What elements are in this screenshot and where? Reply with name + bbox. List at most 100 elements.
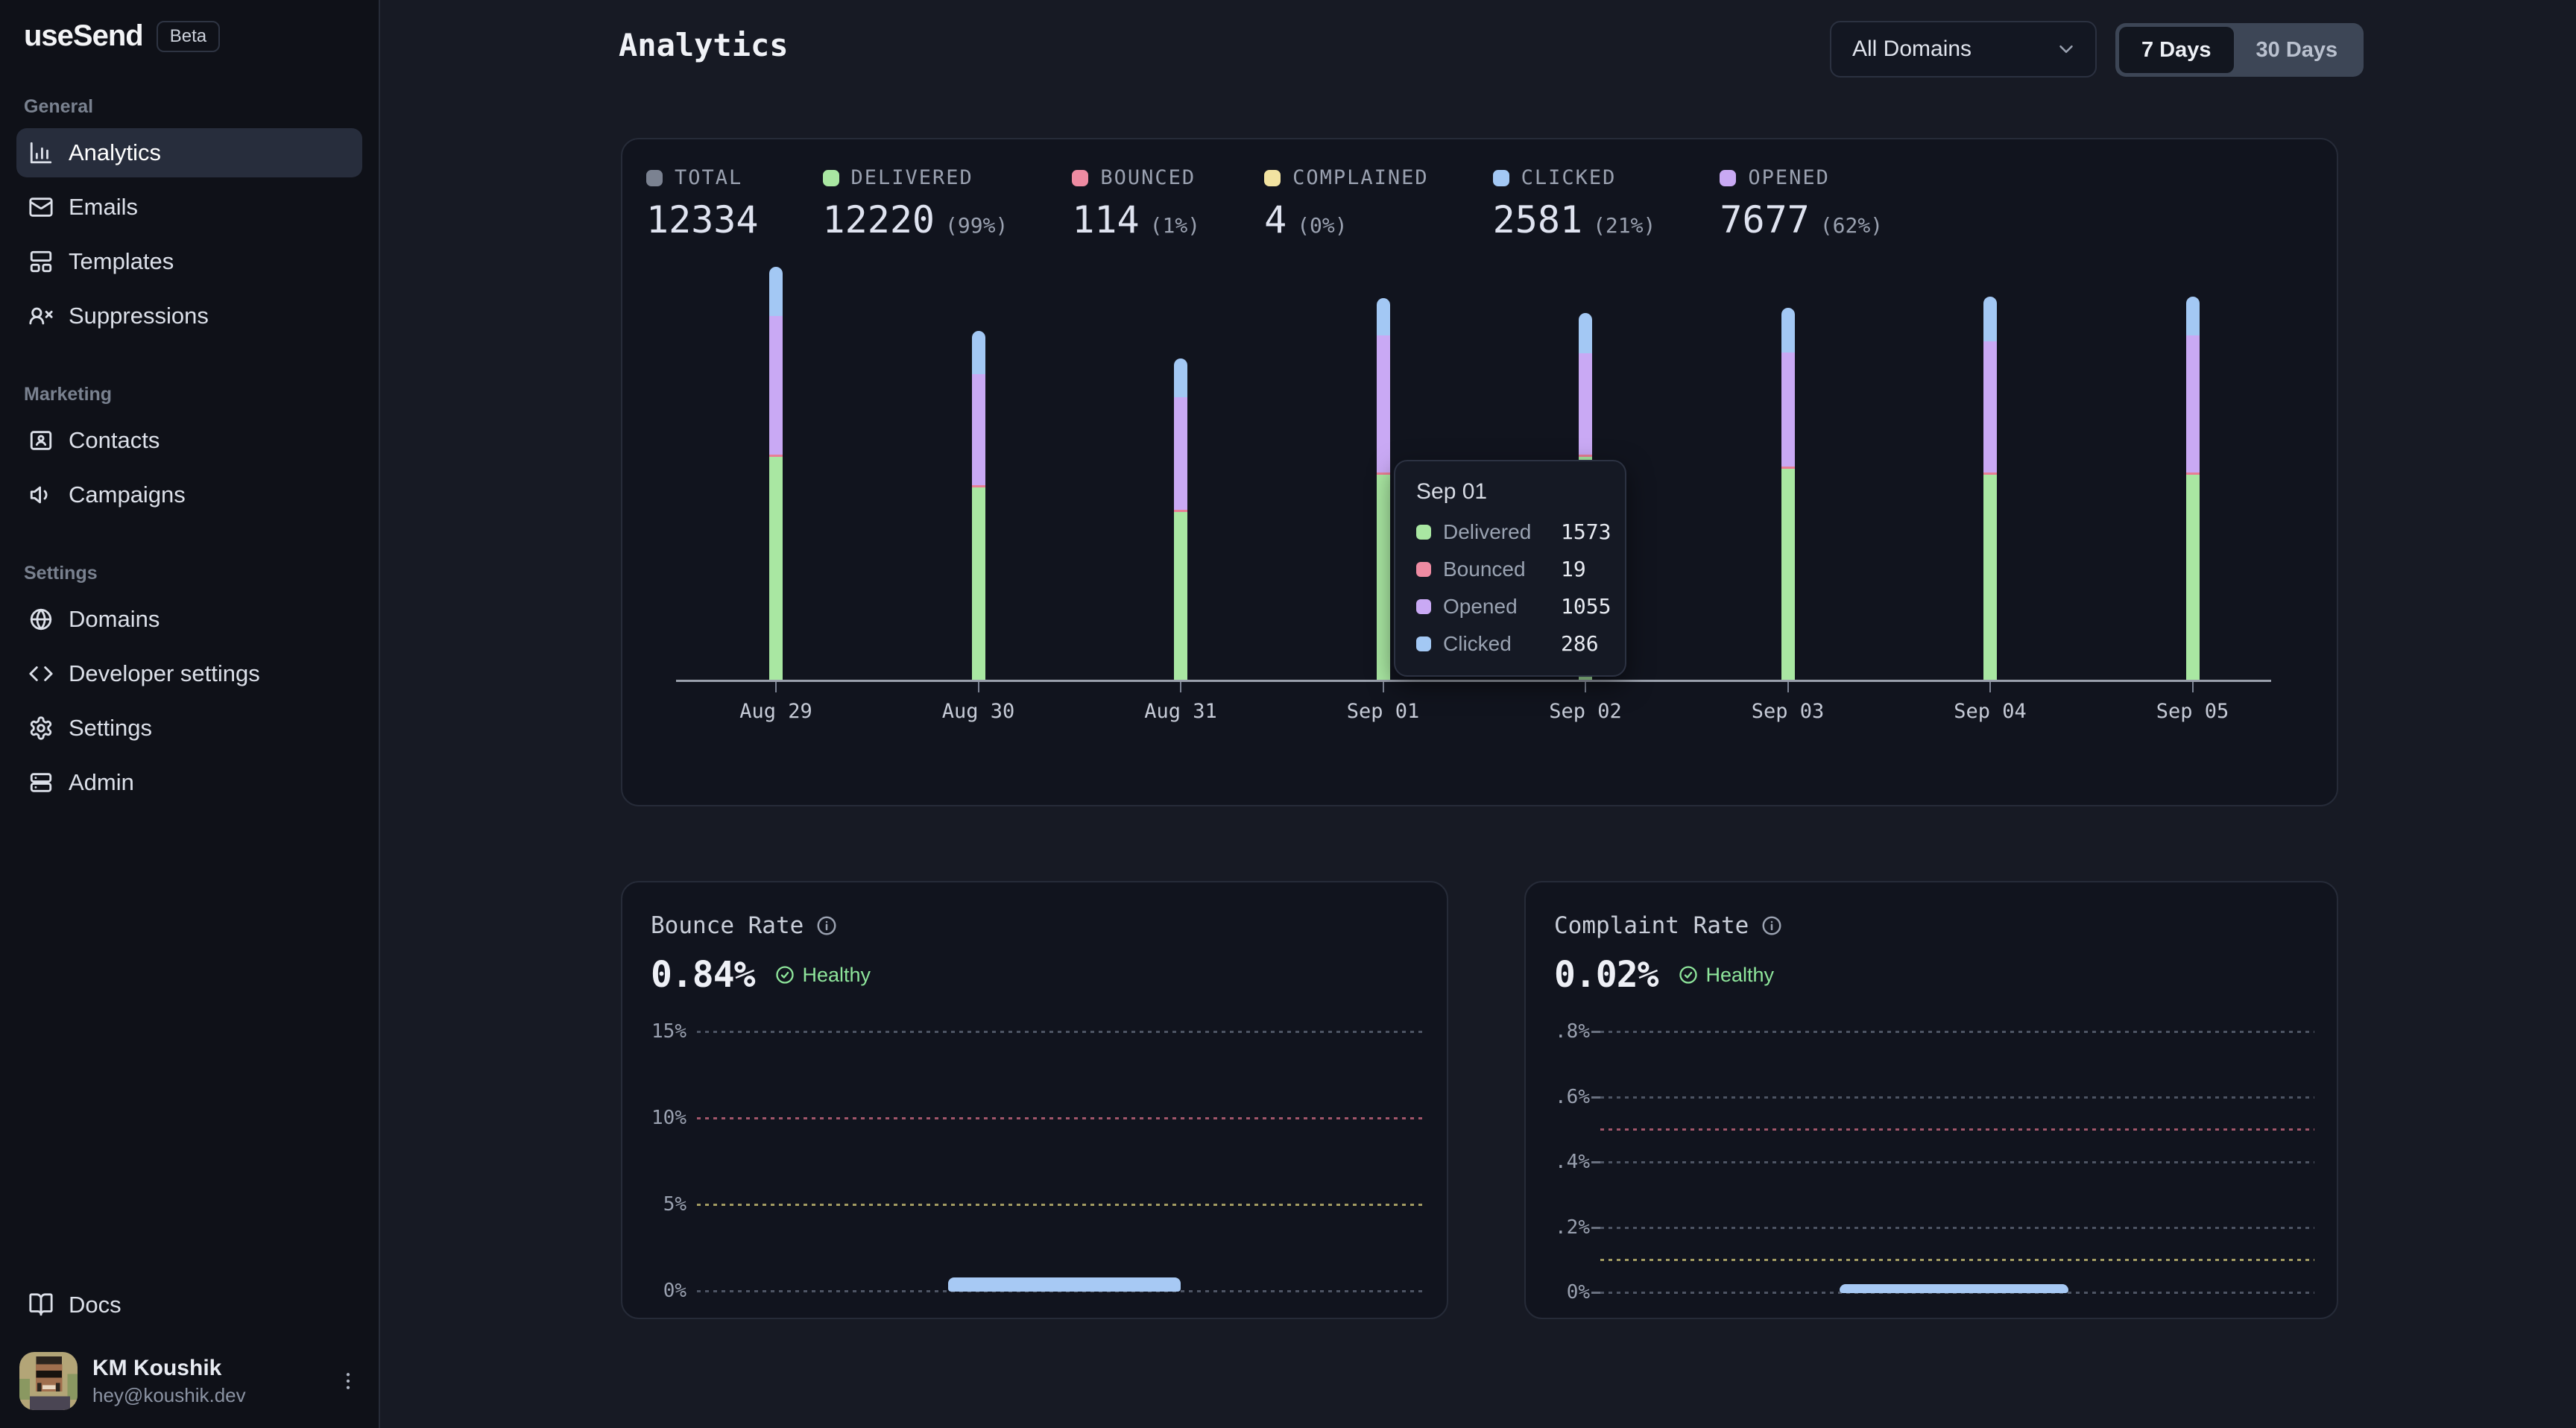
chevron-down-icon	[2055, 38, 2077, 60]
threshold-line-danger	[1600, 1128, 2314, 1131]
user-x-icon	[28, 303, 54, 329]
bar-segment-clicked	[1983, 297, 1997, 341]
sidebar-item-admin[interactable]: Admin	[16, 758, 362, 807]
tooltip-row: Delivered1573	[1416, 519, 1604, 544]
x-axis-tick	[2192, 682, 2194, 692]
tooltip-value: 1573	[1561, 519, 1611, 544]
tooltip-swatch	[1416, 599, 1431, 614]
stat-color-dot	[1720, 170, 1736, 186]
bar-segment-delivered	[2186, 475, 2200, 680]
bounce-rate-card: Bounce Rate 0.84% Healthy 15%10%5%0%	[621, 881, 1448, 1319]
stat-value-row: 7677(62%)	[1720, 198, 1883, 241]
sidebar-item-suppressions[interactable]: Suppressions	[16, 291, 362, 341]
bar-segment-opened	[1781, 353, 1795, 467]
complaint-rate-value-row: 0.02% Healthy	[1554, 954, 1774, 996]
ytick-label: 0%	[637, 1280, 686, 1302]
x-axis-tick	[1989, 682, 1991, 692]
info-icon[interactable]	[1761, 914, 1783, 937]
x-axis-tick	[978, 682, 979, 692]
sidebar-item-label: Developer settings	[69, 660, 260, 687]
tooltip-value: 286	[1561, 631, 1599, 656]
stat-percent: (99%)	[945, 213, 1008, 238]
sidebar-item-label: Templates	[69, 248, 174, 275]
bounce-rate-bar[interactable]	[948, 1277, 1181, 1292]
sidebar-item-label: Domains	[69, 606, 160, 633]
sidebar-item-settings[interactable]: Settings	[16, 704, 362, 753]
sidebar-footer: Docs	[16, 1280, 362, 1410]
avatar	[19, 1352, 78, 1410]
bounce-rate-value: 0.84%	[651, 954, 755, 996]
docs-label: Docs	[69, 1292, 121, 1318]
code-icon	[28, 661, 54, 686]
template-icon	[28, 249, 54, 274]
sidebar-item-emails[interactable]: Emails	[16, 183, 362, 232]
ytick-label: 15%	[637, 1020, 686, 1043]
page-title: Analytics	[619, 27, 789, 63]
tooltip-swatch	[1416, 562, 1431, 577]
stat-label-row: DELIVERED	[823, 166, 1008, 189]
stacked-bar-aug-29[interactable]	[769, 267, 783, 680]
tooltip-swatch	[1416, 636, 1431, 651]
stacked-bar-sep-04[interactable]	[1983, 297, 1997, 680]
tooltip-value: 1055	[1561, 594, 1611, 619]
bar-segment-opened	[2186, 335, 2200, 473]
mail-icon	[28, 195, 54, 220]
x-axis-label: Aug 30	[942, 700, 1015, 723]
range-option-30-days[interactable]: 30 Days	[2234, 27, 2361, 73]
bar-segment-opened	[1377, 335, 1390, 473]
gridline-2pct	[1600, 1227, 2314, 1229]
x-axis-tick	[1585, 682, 1586, 692]
bounce-rate-value-row: 0.84% Healthy	[651, 954, 871, 996]
stat-complained: COMPLAINED4(0%)	[1264, 166, 1429, 241]
user-menu[interactable]: KM Koushik hey@koushik.dev	[16, 1352, 362, 1410]
sidebar-item-label: Suppressions	[69, 303, 209, 329]
stat-label-row: OPENED	[1720, 166, 1883, 189]
bounce-rate-header: Bounce Rate	[651, 912, 838, 939]
stat-label-row: CLICKED	[1493, 166, 1656, 189]
stacked-bar-sep-05[interactable]	[2186, 297, 2200, 680]
bounce-rate-status: Healthy	[803, 964, 871, 987]
bar-segment-delivered	[769, 457, 783, 680]
stat-label-row: COMPLAINED	[1264, 166, 1429, 189]
beta-badge: Beta	[157, 21, 220, 52]
range-option-7-days[interactable]: 7 Days	[2119, 27, 2234, 73]
sidebar-item-developer-settings[interactable]: Developer settings	[16, 649, 362, 698]
x-axis-tick	[775, 682, 777, 692]
contacts-icon	[28, 428, 54, 453]
stat-percent: (62%)	[1820, 213, 1883, 238]
tooltip-label: Bounced	[1443, 557, 1561, 581]
sidebar-item-domains[interactable]: Domains	[16, 595, 362, 644]
stat-color-dot	[1072, 170, 1088, 186]
complaint-rate-bar[interactable]	[1840, 1284, 2068, 1293]
sidebar-item-analytics[interactable]: Analytics	[16, 128, 362, 177]
sidebar-item-contacts[interactable]: Contacts	[16, 416, 362, 465]
gridline-6pct	[1600, 1096, 2314, 1099]
check-circle-icon	[774, 964, 795, 985]
user-email: hey@koushik.dev	[92, 1384, 337, 1407]
tooltip-title: Sep 01	[1416, 479, 1604, 505]
stat-value-row: 114(1%)	[1072, 198, 1200, 241]
stat-color-dot	[823, 170, 839, 186]
logo-row: useSend Beta	[16, 19, 362, 53]
sidebar: useSend Beta GeneralAnalyticsEmailsTempl…	[0, 0, 380, 1428]
stacked-bar-aug-31[interactable]	[1174, 358, 1187, 680]
sidebar-item-docs[interactable]: Docs	[16, 1280, 362, 1330]
stat-label-row: BOUNCED	[1072, 166, 1200, 189]
gridline-10pct	[697, 1117, 1424, 1119]
info-icon[interactable]	[815, 914, 838, 937]
x-axis-tick	[1180, 682, 1181, 692]
x-axis	[676, 680, 2271, 682]
sidebar-item-templates[interactable]: Templates	[16, 237, 362, 286]
stacked-bar-sep-03[interactable]	[1781, 308, 1795, 680]
bar-segment-delivered	[1983, 475, 1997, 680]
tooltip-value: 19	[1561, 557, 1586, 581]
stacked-bar-aug-30[interactable]	[972, 331, 985, 680]
stacked-bar-sep-01[interactable]	[1377, 298, 1390, 680]
bar-segment-clicked	[1377, 298, 1390, 335]
more-vertical-icon[interactable]	[337, 1365, 359, 1397]
stat-color-dot	[1264, 170, 1281, 186]
domain-select[interactable]: All Domains	[1830, 21, 2097, 78]
sidebar-item-campaigns[interactable]: Campaigns	[16, 470, 362, 519]
tooltip-label: Delivered	[1443, 520, 1561, 544]
ytick-label: .4%	[1541, 1151, 1590, 1173]
